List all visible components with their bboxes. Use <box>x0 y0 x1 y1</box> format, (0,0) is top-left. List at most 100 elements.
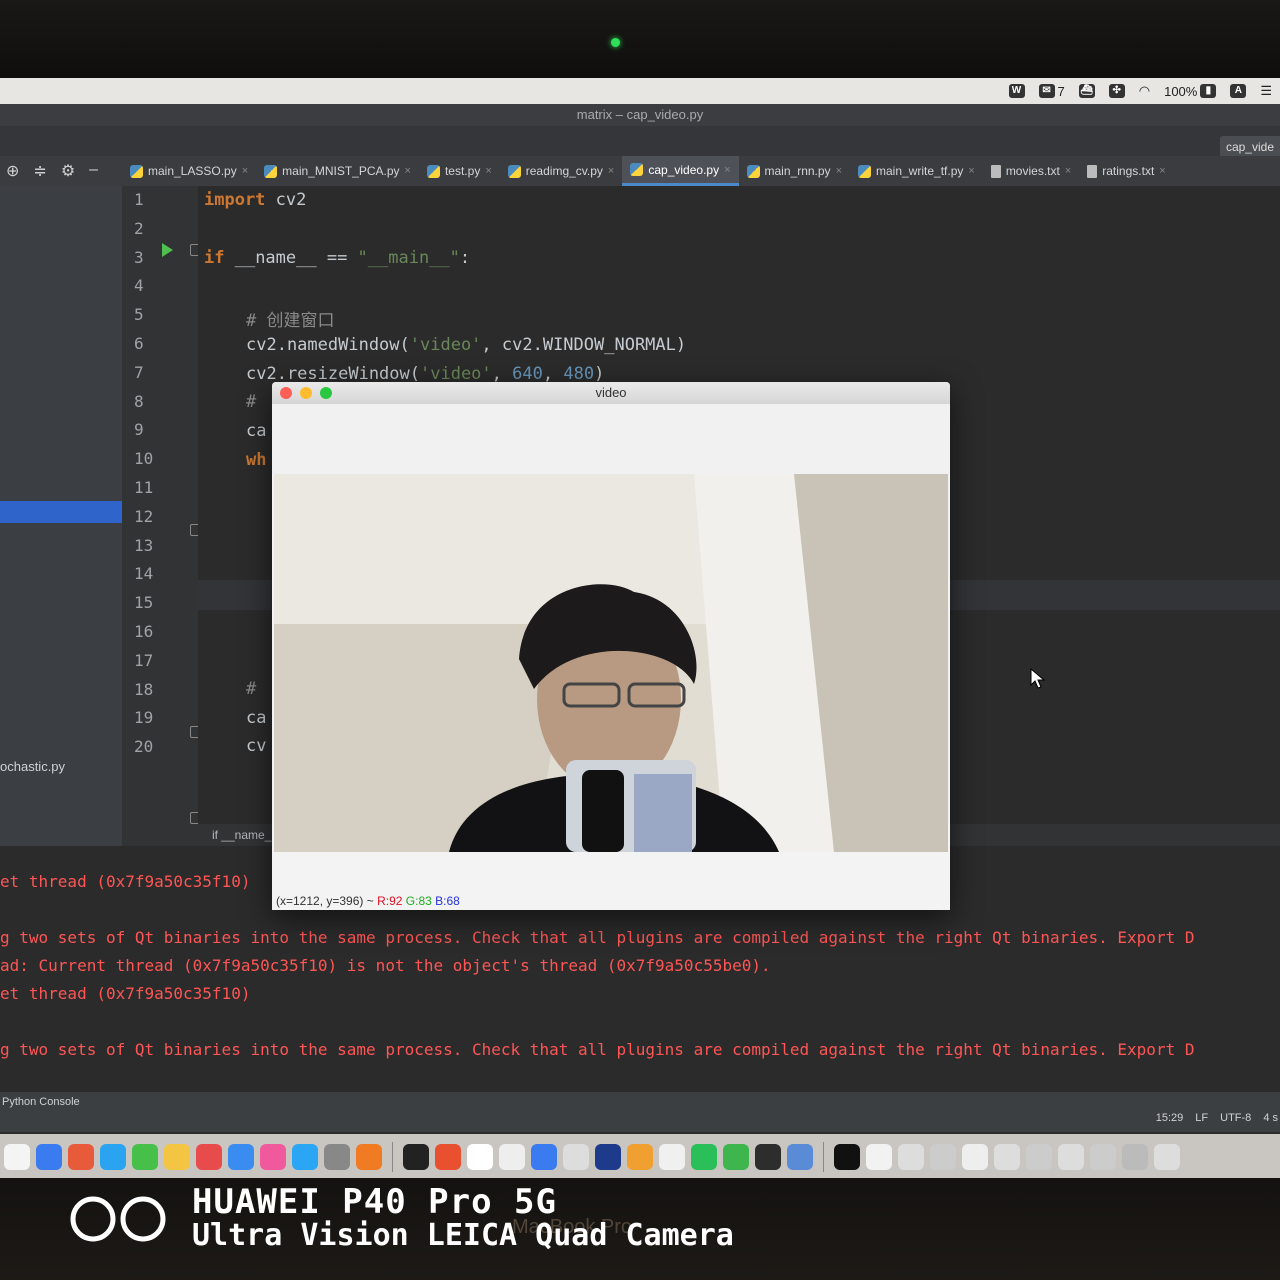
dock-app-icon[interactable] <box>755 1144 781 1170</box>
hide-icon[interactable]: – <box>89 161 98 181</box>
dock-app-icon[interactable] <box>196 1144 222 1170</box>
dock-app-icon[interactable] <box>994 1144 1020 1170</box>
dock-app-icon[interactable] <box>292 1144 318 1170</box>
dock-app-icon[interactable] <box>403 1144 429 1170</box>
wps-menubar-icon[interactable]: W <box>1008 84 1025 98</box>
run-config-tab[interactable]: cap_vide <box>1219 136 1280 158</box>
dock-app-icon[interactable] <box>467 1144 493 1170</box>
dock-app-icon[interactable] <box>228 1144 254 1170</box>
python-file-icon <box>858 164 871 178</box>
dock-app-icon[interactable] <box>531 1144 557 1170</box>
tab-cap-video-py[interactable]: cap_video.py × <box>622 156 739 186</box>
video-window-titlebar[interactable]: video <box>272 382 950 404</box>
dock-app-icon[interactable] <box>1154 1144 1180 1170</box>
dock-app-icon[interactable] <box>132 1144 158 1170</box>
laptop-bezel-top <box>0 0 1280 80</box>
run-main-icon[interactable] <box>162 243 173 257</box>
webcam-frame[interactable] <box>274 474 948 852</box>
gear-icon[interactable]: ⚙ <box>61 161 75 181</box>
vpn-menubar-icon[interactable]: ✣ <box>1108 84 1125 98</box>
tab-label: main_rnn.py <box>764 164 831 178</box>
dock-app-icon[interactable] <box>100 1144 126 1170</box>
close-window-button[interactable] <box>280 387 292 399</box>
tab-main-mnist-pca-py[interactable]: main_MNIST_PCA.py × <box>256 156 419 186</box>
python-console-tab[interactable]: Python Console <box>2 1096 80 1108</box>
dock-app-icon[interactable] <box>4 1144 30 1170</box>
line-number: 10 <box>134 449 154 469</box>
tab-ratings-txt[interactable]: ratings.txt × <box>1079 156 1173 186</box>
dock-app-icon[interactable] <box>723 1144 749 1170</box>
camera-indicator-light <box>611 38 620 47</box>
battery-status[interactable]: 100% ▮ <box>1164 84 1217 99</box>
close-tab-icon[interactable]: × <box>1065 165 1071 177</box>
tab-main-rnn-py[interactable]: main_rnn.py × <box>739 156 850 186</box>
close-tab-icon[interactable]: × <box>242 165 248 177</box>
close-tab-icon[interactable]: × <box>724 164 730 176</box>
dock-app-icon[interactable] <box>595 1144 621 1170</box>
line-separator[interactable]: LF <box>1195 1112 1208 1124</box>
tab-main-lasso-py[interactable]: main_LASSO.py × <box>122 156 256 186</box>
dock-app-icon[interactable] <box>499 1144 525 1170</box>
dock-app-icon[interactable] <box>68 1144 94 1170</box>
dock-app-icon[interactable] <box>324 1144 350 1170</box>
menu-extra-icon[interactable]: ☰ <box>1260 83 1272 99</box>
line-number: 3 <box>134 247 144 267</box>
dock-app-icon[interactable] <box>787 1144 813 1170</box>
close-tab-icon[interactable]: × <box>485 165 491 177</box>
dock-app-icon[interactable] <box>563 1144 589 1170</box>
close-tab-icon[interactable]: × <box>836 165 842 177</box>
dock-app-icon[interactable] <box>1122 1144 1148 1170</box>
dock-app-icon[interactable] <box>834 1144 860 1170</box>
indent-setting[interactable]: 4 s <box>1263 1112 1278 1124</box>
close-tab-icon[interactable]: × <box>608 165 614 177</box>
wifi-icon[interactable]: ◠ <box>1139 83 1150 99</box>
console-line: g two sets of Qt binaries into the same … <box>0 928 1195 947</box>
code-line-19: ca <box>246 708 267 728</box>
python-file-icon <box>130 164 143 178</box>
tab-test-py[interactable]: test.py × <box>419 156 500 186</box>
minimize-window-button[interactable] <box>300 387 312 399</box>
tab-readimg-cv-py[interactable]: readimg_cv.py × <box>500 156 623 186</box>
file-encoding[interactable]: UTF-8 <box>1220 1112 1251 1124</box>
dock-app-icon[interactable] <box>164 1144 190 1170</box>
project-selected-row[interactable] <box>0 501 122 523</box>
console-line: et thread (0x7f9a50c35f10) <box>0 984 251 1003</box>
dock-app-icon[interactable] <box>1058 1144 1084 1170</box>
dock-app-icon[interactable] <box>898 1144 924 1170</box>
close-tab-icon[interactable]: × <box>968 165 974 177</box>
line-number: 1 <box>134 190 144 209</box>
code-line-18: # <box>246 679 257 699</box>
close-tab-icon[interactable]: × <box>405 165 411 177</box>
close-tab-icon[interactable]: × <box>1159 165 1165 177</box>
dock-app-icon[interactable] <box>866 1144 892 1170</box>
video-window-title: video <box>595 385 627 400</box>
project-file-item[interactable]: ochastic.py <box>0 759 65 774</box>
console-line: ad: Current thread (0x7f9a50c35f10) is n… <box>0 956 771 975</box>
dock-app-icon[interactable] <box>1026 1144 1052 1170</box>
dock-app-icon[interactable] <box>435 1144 461 1170</box>
python-file-icon <box>630 163 644 176</box>
dock-app-icon[interactable] <box>962 1144 988 1170</box>
wechat-menubar-item[interactable]: ✉ 7 <box>1038 84 1065 99</box>
tab-movies-txt[interactable]: movies.txt × <box>983 156 1079 186</box>
dock-app-icon[interactable] <box>36 1144 62 1170</box>
dock-app-icon[interactable] <box>627 1144 653 1170</box>
python-file-icon <box>426 164 440 178</box>
locate-icon[interactable]: ⊕ <box>6 161 19 181</box>
collapse-icon[interactable]: ≑ <box>33 161 46 181</box>
dock-app-icon[interactable] <box>659 1144 685 1170</box>
dock-app-icon[interactable] <box>356 1144 382 1170</box>
tab-main-write-tf-py[interactable]: main_write_tf.py × <box>850 156 983 186</box>
dock-app-icon[interactable] <box>930 1144 956 1170</box>
dock-app-icon[interactable] <box>1090 1144 1116 1170</box>
zoom-window-button[interactable] <box>320 387 332 399</box>
code-line-20: cv <box>246 736 267 756</box>
pixel-blue: B:68 <box>435 894 460 908</box>
dock-app-icon[interactable] <box>260 1144 286 1170</box>
opencv-video-window[interactable]: video (x=1212, y=396) ~ R:92 G:83 B:68 <box>272 382 950 910</box>
input-method-indicator[interactable]: A <box>1230 84 1247 98</box>
dock-app-icon[interactable] <box>691 1144 717 1170</box>
line-number: 17 <box>134 650 154 670</box>
docker-menubar-icon[interactable]: ⛴ <box>1078 84 1095 98</box>
python-file-icon <box>264 164 278 178</box>
